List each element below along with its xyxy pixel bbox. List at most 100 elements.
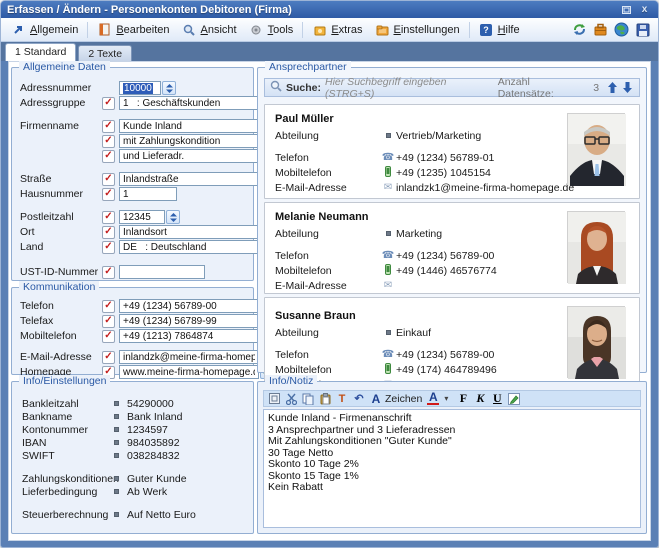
telefax-input[interactable]	[119, 314, 259, 328]
strasse-select[interactable]	[119, 172, 259, 186]
font-icon[interactable]: A	[370, 392, 382, 405]
ort-checkbox[interactable]: ✓	[102, 226, 115, 239]
panel-ansprechpartner: Ansprechpartner Suche: Hier Suchbegriff …	[257, 67, 647, 373]
plz-select[interactable]	[119, 210, 165, 224]
undo-icon[interactable]: ↶	[353, 392, 365, 405]
firmenname-input-2[interactable]	[119, 134, 259, 148]
expand-window-icon[interactable]	[268, 392, 280, 405]
close-window-button[interactable]: x	[637, 3, 652, 16]
firmenname-checkbox-1[interactable]: ✓	[102, 120, 115, 133]
restore-window-icon[interactable]	[619, 3, 634, 16]
adressgruppe-select[interactable]	[119, 96, 259, 110]
email-checkbox[interactable]: ✓	[102, 351, 115, 364]
adressgruppe-checkbox[interactable]: ✓	[102, 97, 115, 110]
info-value: Auf Netto Euro	[127, 509, 196, 521]
ustid-checkbox[interactable]: ✓	[102, 266, 115, 279]
menu-allgemein[interactable]: Allgemein	[5, 20, 84, 39]
homepage-input[interactable]	[119, 365, 259, 379]
info-value: 984035892	[127, 437, 180, 449]
mobiltelefon-checkbox[interactable]: ✓	[102, 330, 115, 343]
cut-icon[interactable]	[285, 392, 297, 405]
panel-info-notiz: Info/Notiz T ↶ A Zeichen A ▾ F K U Kunde…	[257, 381, 647, 534]
menu-extras[interactable]: Extras	[306, 20, 368, 39]
menu-hilfe[interactable]: ? Hilfe	[473, 20, 526, 39]
menu-einstellungen[interactable]: Einstellungen	[369, 20, 466, 39]
plz-checkbox[interactable]: ✓	[102, 211, 115, 224]
window-title: Erfassen / Ändern - Personenkonten Debit…	[7, 4, 292, 16]
menu-ansicht[interactable]: Ansicht	[176, 20, 243, 39]
field-row-adressgruppe: Adressgruppe ✓	[20, 96, 245, 110]
tab-standard[interactable]: 1 Standard	[5, 43, 76, 61]
field-label: E-Mail-Adresse	[20, 351, 102, 363]
menu-separator	[87, 22, 88, 38]
mail-icon: ✉	[380, 280, 396, 291]
field-label: Adressnummer	[20, 82, 102, 94]
contact-photo	[567, 113, 625, 185]
tab-texte[interactable]: 2 Texte	[78, 45, 132, 61]
hausnummer-checkbox[interactable]: ✓	[102, 188, 115, 201]
font-color-icon[interactable]: A	[427, 392, 439, 405]
info-row: Bankleitzahl54290000	[22, 397, 245, 410]
bold-icon[interactable]: F	[457, 392, 469, 405]
contact-card[interactable]: Paul Müller Abteilung Vertrieb/Marketing…	[264, 104, 640, 199]
arrow-up-right-icon	[11, 22, 26, 37]
email-input[interactable]	[119, 350, 259, 364]
save-icon[interactable]	[635, 22, 650, 37]
hausnummer-input[interactable]	[119, 187, 177, 201]
briefcase-icon[interactable]	[593, 22, 608, 37]
dropdown-icon[interactable]	[166, 210, 180, 224]
sync-icon[interactable]	[572, 22, 587, 37]
spinner-icon[interactable]	[162, 81, 176, 95]
ustid-input[interactable]	[119, 265, 205, 279]
contact-search-bar[interactable]: Suche: Hier Suchbegriff eingeben (STRG+S…	[264, 78, 640, 97]
mobiltelefon-input[interactable]	[119, 329, 259, 343]
contact-email: inlandzk1@meine-firma-homepage.de	[396, 182, 574, 194]
info-row: SWIFT038284832	[22, 449, 245, 462]
tab-strip: 1 Standard 2 Texte	[1, 42, 658, 61]
contact-card[interactable]: Susanne Braun Abteilung Einkauf Telefon …	[264, 297, 640, 387]
field-row-strasse: Straße ✓	[20, 172, 245, 186]
paste-icon[interactable]	[319, 392, 331, 405]
edit-page-icon	[97, 22, 112, 37]
firmenname-checkbox-2[interactable]: ✓	[102, 135, 115, 148]
field-row-hausnummer: Hausnummer ✓	[20, 187, 245, 201]
panel-title: Allgemeine Daten	[19, 61, 110, 73]
info-row: Kontonummer1234597	[22, 423, 245, 436]
land-select[interactable]	[119, 240, 259, 254]
italic-icon[interactable]: K	[474, 392, 486, 405]
field-label: Ort	[20, 226, 102, 238]
app-window: Erfassen / Ändern - Personenkonten Debit…	[0, 0, 659, 548]
telefon-input[interactable]	[119, 299, 259, 313]
copy-icon[interactable]	[302, 392, 314, 405]
adressnummer-input[interactable]: 10000	[119, 81, 161, 95]
contact-mobile: +49 (1446) 46576774	[396, 265, 497, 277]
ort-select[interactable]	[119, 225, 259, 239]
prev-record-icon[interactable]	[606, 81, 619, 95]
globe-icon[interactable]	[614, 22, 629, 37]
info-value: 1234597	[127, 424, 168, 436]
telefax-checkbox[interactable]: ✓	[102, 315, 115, 328]
next-record-icon[interactable]	[621, 81, 634, 95]
field-label: Telefax	[20, 315, 102, 327]
box-icon	[312, 22, 327, 37]
edit-note-icon[interactable]	[508, 392, 520, 405]
contact-card[interactable]: Melanie Neumann Abteilung Marketing Tele…	[264, 202, 640, 294]
strasse-checkbox[interactable]: ✓	[102, 173, 115, 186]
menu-bearbeiten[interactable]: Bearbeiten	[91, 20, 175, 39]
field-row-firmenname-2: ✓	[20, 134, 245, 148]
firmenname-input-1[interactable]	[119, 119, 259, 133]
info-row: ZahlungskonditionenGuter Kunde	[22, 472, 245, 485]
note-textarea[interactable]: Kunde Inland - Firmenanschrift 3 Ansprec…	[263, 409, 641, 528]
field-row-telefon: Telefon ✓ ☎	[20, 299, 245, 313]
info-value: 038284832	[127, 450, 180, 462]
menu-tools[interactable]: Tools	[243, 20, 300, 39]
land-checkbox[interactable]: ✓	[102, 241, 115, 254]
telefon-checkbox[interactable]: ✓	[102, 300, 115, 313]
format-text-icon[interactable]: T	[336, 392, 348, 405]
contact-department: Vertrieb/Marketing	[396, 130, 481, 142]
chevron-down-icon[interactable]: ▾	[440, 392, 452, 405]
underline-icon[interactable]: U	[491, 392, 503, 405]
firmenname-checkbox-3[interactable]: ✓	[102, 150, 115, 163]
firmenname-input-3[interactable]	[119, 149, 259, 163]
note-line: Skonto 10 Tage 2%	[268, 459, 636, 471]
